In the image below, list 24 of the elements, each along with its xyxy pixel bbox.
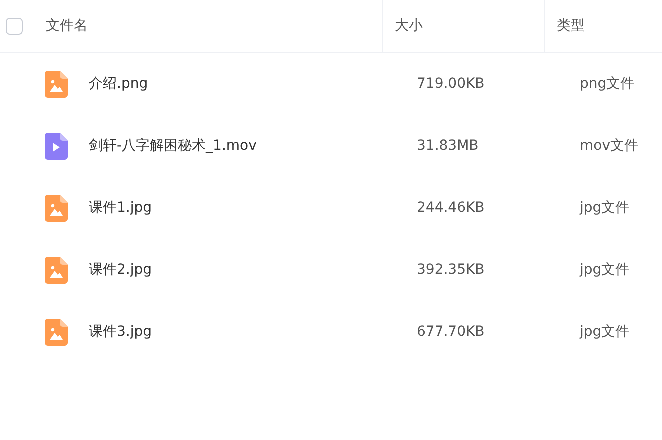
file-type: png文件 xyxy=(580,74,635,94)
file-size: 31.83MB xyxy=(417,136,480,156)
file-name[interactable]: 介绍.png xyxy=(89,74,417,94)
column-header[interactable]: 大小 xyxy=(395,16,423,36)
file-type: jpg文件 xyxy=(580,198,630,218)
file-name[interactable]: 课件1.jpg xyxy=(89,198,417,218)
file-size: 677.70KB xyxy=(417,322,486,342)
file-name[interactable]: 剑轩-八字解困秘术_1.mov xyxy=(89,136,417,156)
file-size: 392.35KB xyxy=(417,260,486,280)
video-file-icon xyxy=(45,132,68,160)
file-type: jpg文件 xyxy=(580,260,630,280)
image-file-icon xyxy=(45,194,68,222)
column-header[interactable]: 类型 xyxy=(557,16,585,36)
select-all-checkbox[interactable] xyxy=(6,18,23,34)
image-file-icon xyxy=(45,70,68,98)
file-name[interactable]: 课件3.jpg xyxy=(89,322,417,342)
file-type: mov文件 xyxy=(580,136,638,156)
file-name[interactable]: 课件2.jpg xyxy=(89,260,417,280)
column-header[interactable]: 文件名 xyxy=(46,16,88,36)
file-type: jpg文件 xyxy=(580,322,630,342)
image-file-icon xyxy=(45,318,68,346)
file-size: 719.00KB xyxy=(417,74,486,94)
file-size: 244.46KB xyxy=(417,198,486,218)
image-file-icon xyxy=(45,256,68,284)
